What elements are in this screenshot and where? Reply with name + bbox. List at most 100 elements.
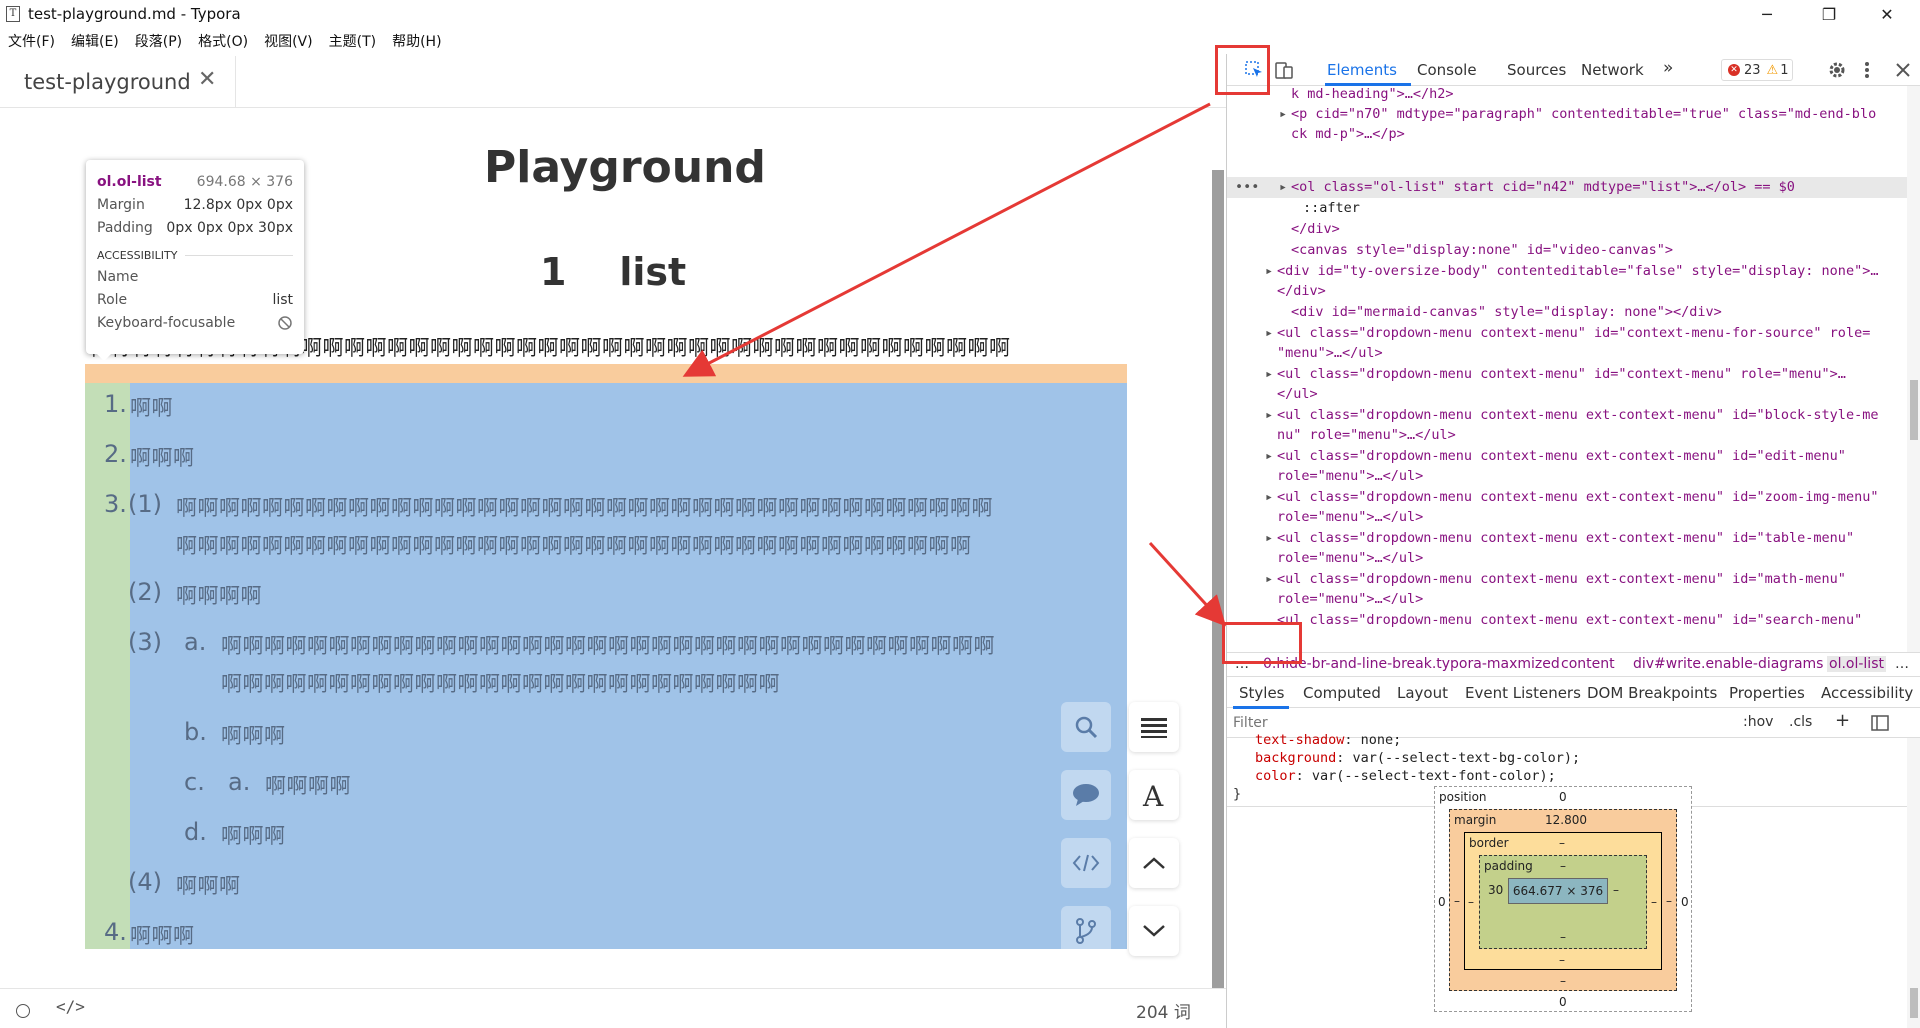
font-button[interactable]: A [1129,770,1179,820]
tree-line[interactable]: </ul> [1277,384,1318,404]
tree-line[interactable]: role="menu">…</ul> [1277,589,1423,609]
border-bottom[interactable]: – [1559,953,1565,967]
tree-line[interactable]: role="menu">…</ul> [1277,466,1423,486]
maximize-button[interactable]: ❐ [1806,0,1852,28]
border-left[interactable]: – [1468,895,1474,909]
tree-line[interactable]: <div id="mermaid-canvas" style="display:… [1291,302,1722,322]
breadcrumb-more[interactable]: … [1895,656,1909,672]
scroll-down-button[interactable] [1129,906,1179,956]
tab-styles[interactable]: Styles [1239,684,1285,702]
margin-top[interactable]: 12.800 [1545,813,1587,827]
search-button[interactable] [1061,702,1111,752]
styles-scrollbar[interactable] [1907,738,1920,1028]
styles-filter-input[interactable] [1233,712,1723,734]
expand-triangle-icon[interactable]: ▸ [1265,446,1273,466]
word-count[interactable]: 204 词 [1136,998,1191,1023]
tree-line[interactable]: <ul class="dropdown-menu context-menu ex… [1277,610,1862,630]
tab-network[interactable]: Network [1581,61,1644,79]
source-code-button[interactable] [1061,838,1111,888]
tree-line[interactable]: <ul class="dropdown-menu context-menu ex… [1277,528,1854,548]
tree-line[interactable]: <ul class="dropdown-menu context-menu" i… [1277,323,1870,343]
menu-edit[interactable]: 编辑(E) [63,30,127,54]
breadcrumb-item[interactable]: div#write.enable-diagrams [1633,656,1823,672]
source-mode-icon[interactable]: </> [56,997,85,1016]
dom-tree[interactable]: ••• k md-heading">…</h2> ▸ <p cid="n70" … [1227,86,1907,652]
css-property[interactable]: color [1255,768,1296,784]
expand-triangle-icon[interactable]: ▸ [1279,104,1287,124]
toggle-sidebar-icon[interactable] [1871,715,1889,731]
scroll-up-button[interactable] [1129,838,1179,888]
tree-line[interactable]: </div> [1291,219,1340,239]
new-rule-icon[interactable]: + [1835,710,1850,731]
content-box[interactable]: 664.677 × 376 [1508,878,1608,904]
tree-line[interactable]: <ul class="dropdown-menu context-menu ex… [1277,569,1846,589]
margin-bottom[interactable]: – [1560,974,1566,988]
device-toolbar-icon[interactable] [1275,61,1293,79]
scroll-thumb[interactable] [1910,380,1918,440]
outline-button[interactable] [1129,702,1179,752]
tab-properties[interactable]: Properties [1729,684,1805,702]
tree-line[interactable]: <canvas style="display:none" id="video-c… [1291,240,1673,260]
expand-triangle-icon[interactable]: ▸ [1265,405,1273,425]
tree-line[interactable]: ck md-p">…</p> [1291,124,1405,144]
scroll-thumb[interactable] [1910,988,1918,1018]
breadcrumb-item[interactable]: 0.hide-br-and-line-break.typora-maxmized [1263,656,1560,672]
position-left[interactable]: 0 [1438,895,1446,909]
tree-line[interactable]: <ul class="dropdown-menu context-menu ex… [1277,446,1846,466]
tab-layout[interactable]: Layout [1397,684,1448,702]
border-right[interactable]: – [1651,895,1657,909]
menu-theme[interactable]: 主题(T) [321,30,384,54]
margin-right[interactable]: – [1666,894,1672,908]
tree-line[interactable]: </div> [1277,281,1326,301]
padding-left[interactable]: 30 [1488,883,1503,897]
border-top[interactable]: – [1559,836,1565,850]
margin-left[interactable]: – [1454,894,1460,908]
git-branch-button[interactable] [1061,906,1111,956]
tab-computed[interactable]: Computed [1303,684,1381,702]
tree-line[interactable]: nu" role="menu">…</ul> [1277,425,1456,445]
expand-triangle-icon[interactable]: ▸ [1265,261,1273,281]
close-devtools-icon[interactable] [1895,62,1911,78]
position-top[interactable]: 0 [1559,790,1567,804]
padding-bottom[interactable]: – [1560,930,1566,944]
tree-line[interactable]: <ul class="dropdown-menu context-menu ex… [1277,405,1878,425]
more-options-icon[interactable] [1863,60,1871,80]
tree-line[interactable]: role="menu">…</ul> [1277,548,1423,568]
menu-paragraph[interactable]: 段落(P) [127,30,190,54]
menu-view[interactable]: 视图(V) [256,30,321,54]
sidebar-toggle-icon[interactable] [16,1004,30,1018]
expand-triangle-icon[interactable]: ▸ [1265,364,1273,384]
comment-button[interactable] [1061,770,1111,820]
padding-top[interactable]: – [1560,859,1566,873]
tree-line[interactable]: <ul class="dropdown-menu context-menu" i… [1277,364,1846,384]
close-tab-icon[interactable]: ✕ [198,67,216,92]
tree-line[interactable]: "menu">…</ul> [1277,343,1383,363]
css-value[interactable]: var(--select-text-bg-color); [1353,750,1581,766]
menu-format[interactable]: 格式(O) [190,30,256,54]
css-value[interactable]: var(--select-text-font-color); [1312,768,1556,784]
tree-line[interactable]: k md-heading">…</h2> [1291,86,1454,104]
gear-icon[interactable] [1827,60,1847,80]
tree-line[interactable]: <p cid="n70" mdtype="paragraph" contente… [1291,104,1876,124]
menu-file[interactable]: 文件(F) [0,30,63,54]
expand-triangle-icon[interactable]: ▸ [1279,177,1287,197]
tab-test-playground[interactable]: test-playground ✕ [0,56,236,108]
tab-dom-breakpoints[interactable]: DOM Breakpoints [1587,684,1717,702]
tree-line[interactable]: <ul class="dropdown-menu context-menu ex… [1277,487,1878,507]
dom-tree-scrollbar[interactable] [1907,86,1920,652]
issues-counter[interactable]: ✕ 23 ⚠ 1 [1721,59,1793,81]
cls-toggle[interactable]: .cls [1789,714,1812,730]
expand-triangle-icon[interactable]: ▸ [1265,569,1273,589]
editor-scrollbar[interactable] [1212,170,1224,988]
tab-sources[interactable]: Sources [1507,61,1566,79]
padding-right[interactable]: – [1613,883,1619,897]
tab-accessibility[interactable]: Accessibility [1821,684,1913,702]
tab-event-listeners[interactable]: Event Listeners [1465,684,1581,702]
expand-triangle-icon[interactable]: ▸ [1265,323,1273,343]
menu-help[interactable]: 帮助(H) [384,30,449,54]
position-bottom[interactable]: 0 [1559,995,1567,1009]
close-window-button[interactable]: ✕ [1864,0,1910,28]
tree-line-selected[interactable]: <ol class="ol-list" start cid="n42" mdty… [1291,177,1795,197]
breadcrumb-item-selected[interactable]: ol.ol-list [1827,656,1886,672]
node-dots[interactable]: ••• [1235,177,1259,197]
